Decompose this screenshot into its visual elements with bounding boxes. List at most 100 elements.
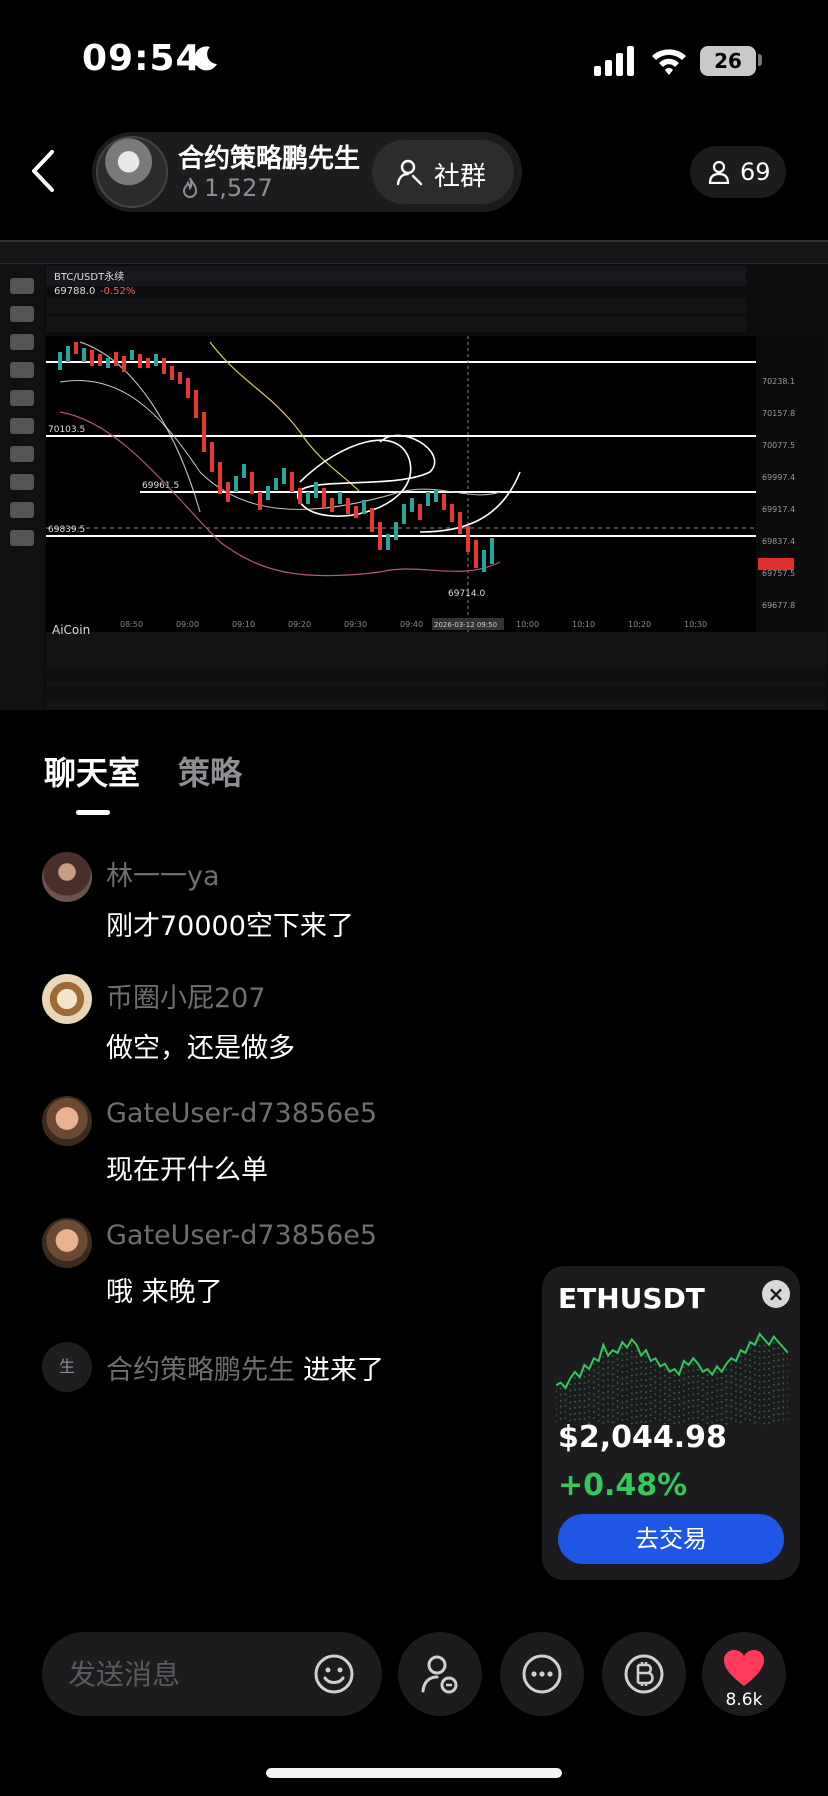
sparkline-fill-dot [635, 1349, 638, 1352]
user-avatar[interactable] [42, 974, 92, 1024]
sparkline-fill-dot [701, 1400, 704, 1403]
sparkline-fill-dot [739, 1415, 742, 1418]
more-options-button[interactable] [500, 1632, 584, 1716]
sparkline-fill-dot [645, 1379, 647, 1382]
sparkline-fill-dot [720, 1400, 723, 1403]
sparkline-fill-dot [782, 1382, 785, 1385]
invite-user-button[interactable] [398, 1632, 482, 1716]
sparkline-fill-dot [744, 1358, 747, 1360]
sparkline-fill-dot [593, 1363, 595, 1366]
sparkline-fill-dot [768, 1379, 770, 1382]
sparkline-fill-dot [597, 1414, 600, 1416]
sparkline-fill-dot [749, 1419, 751, 1421]
sparkline-fill-dot [725, 1368, 728, 1371]
axis-price-4: 69997.4 [762, 473, 795, 482]
sparkline-fill-dot [692, 1405, 695, 1408]
sparkline-fill-dot [716, 1383, 718, 1386]
community-button[interactable]: 社群 [372, 140, 514, 204]
message-username[interactable]: GateUser-d73856e5 [106, 1098, 377, 1129]
host-info-pill[interactable]: 合约策略鹏先生 1,527 社群 [92, 132, 522, 212]
sparkline-fill-dot [611, 1373, 614, 1376]
sparkline-fill-dot [777, 1365, 780, 1367]
message-input[interactable] [68, 1652, 308, 1696]
like-button[interactable]: 8.6k [702, 1632, 786, 1716]
message-username[interactable]: 币圈小屁207 [106, 976, 266, 1015]
sparkline-fill-dot [583, 1388, 586, 1390]
sparkline-fill-dot [583, 1370, 586, 1372]
sparkline-fill-dot [777, 1419, 780, 1421]
moon-icon [194, 46, 217, 71]
sparkline-fill-dot [597, 1372, 600, 1374]
sparkline-fill-dot [607, 1408, 609, 1411]
sparkline-fill-dot [739, 1403, 742, 1406]
sparkline-fill-dot [611, 1355, 614, 1358]
tab-chatroom[interactable]: 聊天室 [44, 748, 140, 794]
sparkline-fill-dot [758, 1351, 761, 1353]
sparkline-fill-dot [597, 1408, 600, 1410]
sparkline-fill-dot [556, 1390, 557, 1393]
sparkline-fill-dot [607, 1402, 609, 1405]
sparkline-fill-dot [616, 1358, 619, 1360]
sparkline-fill-dot [787, 1382, 788, 1384]
sparkline-fill-dot [640, 1366, 643, 1369]
sparkline-fill-dot [749, 1359, 751, 1361]
user-avatar[interactable] [42, 1218, 92, 1268]
sparkline-fill-dot [749, 1371, 751, 1373]
message-composer[interactable] [42, 1632, 382, 1716]
emoji-icon[interactable] [312, 1652, 356, 1696]
sparkline-fill-dot [777, 1347, 780, 1349]
sparkline-fill-dot [701, 1406, 704, 1409]
sparkline-fill-dot [749, 1389, 751, 1391]
sparkline-fill-dot [716, 1371, 718, 1374]
host-avatar[interactable] [96, 136, 168, 208]
sparkline-fill-dot [607, 1384, 609, 1387]
trade-button[interactable]: 去交易 [558, 1514, 784, 1564]
sparkline-fill-dot [654, 1381, 657, 1384]
close-icon[interactable]: × [762, 1280, 790, 1308]
message-username[interactable]: GateUser-d73856e5 [106, 1220, 377, 1251]
sparkline-fill-dot [720, 1394, 723, 1397]
sparkline-fill-dot [574, 1412, 576, 1415]
sparkline-fill-dot [635, 1367, 638, 1370]
sparkline-fill-dot [626, 1394, 628, 1397]
sparkline-fill-dot [787, 1364, 788, 1366]
bitcoin-button[interactable] [602, 1632, 686, 1716]
sparkline-fill-dot [701, 1412, 704, 1415]
sparkline-fill-dot [593, 1411, 595, 1414]
sparkline-fill-dot [626, 1400, 628, 1403]
sparkline-fill-dot [777, 1371, 780, 1373]
sparkline-fill-dot [725, 1416, 728, 1419]
sparkline-fill-dot [768, 1415, 770, 1418]
user-avatar[interactable] [42, 852, 92, 902]
sparkline-fill-dot [687, 1376, 690, 1378]
sparkline-fill-dot [758, 1363, 761, 1365]
message-username[interactable]: 林一一ya [106, 854, 220, 893]
sparkline-fill-dot [758, 1411, 761, 1413]
sparkline-fill-dot [640, 1396, 643, 1399]
back-arrow-icon[interactable] [26, 148, 60, 194]
sparkline-fill-dot [578, 1406, 581, 1409]
system-message-user[interactable]: 合约策略鹏先生 [106, 1355, 295, 1386]
sparkline-fill-dot [749, 1377, 751, 1379]
sparkline-fill-dot [772, 1371, 775, 1374]
sparkline-fill-dot [574, 1388, 576, 1391]
message-text: 现在开什么单 [106, 1155, 268, 1186]
sparkline-fill-dot [716, 1389, 718, 1392]
tab-strategy[interactable]: 策略 [178, 748, 242, 794]
sparkline-fill-dot [593, 1393, 595, 1396]
user-avatar[interactable] [42, 1096, 92, 1146]
sparkline-fill-dot [588, 1374, 590, 1376]
sparkline-fill-dot [730, 1393, 733, 1396]
sparkline-fill-dot [649, 1366, 652, 1368]
sparkline-fill-dot [678, 1397, 680, 1400]
ticker-card[interactable]: ETHUSDT × $2,044.98 +0.48% 去交易 [542, 1266, 800, 1580]
sparkline-fill-dot [673, 1386, 676, 1388]
sparkline-fill-dot [682, 1390, 685, 1392]
community-icon [396, 159, 423, 186]
viewer-count-pill[interactable]: 69 [690, 146, 786, 198]
sparkline-fill-dot [711, 1409, 714, 1412]
sparkline-fill-dot [777, 1413, 780, 1415]
sparkline-fill-dot [711, 1403, 714, 1406]
sparkline-fill-dot [607, 1366, 609, 1369]
live-chart-stream[interactable]: BTC/USDT永续 69788.0 -0.52% 70103.5 69961.… [0, 240, 828, 710]
